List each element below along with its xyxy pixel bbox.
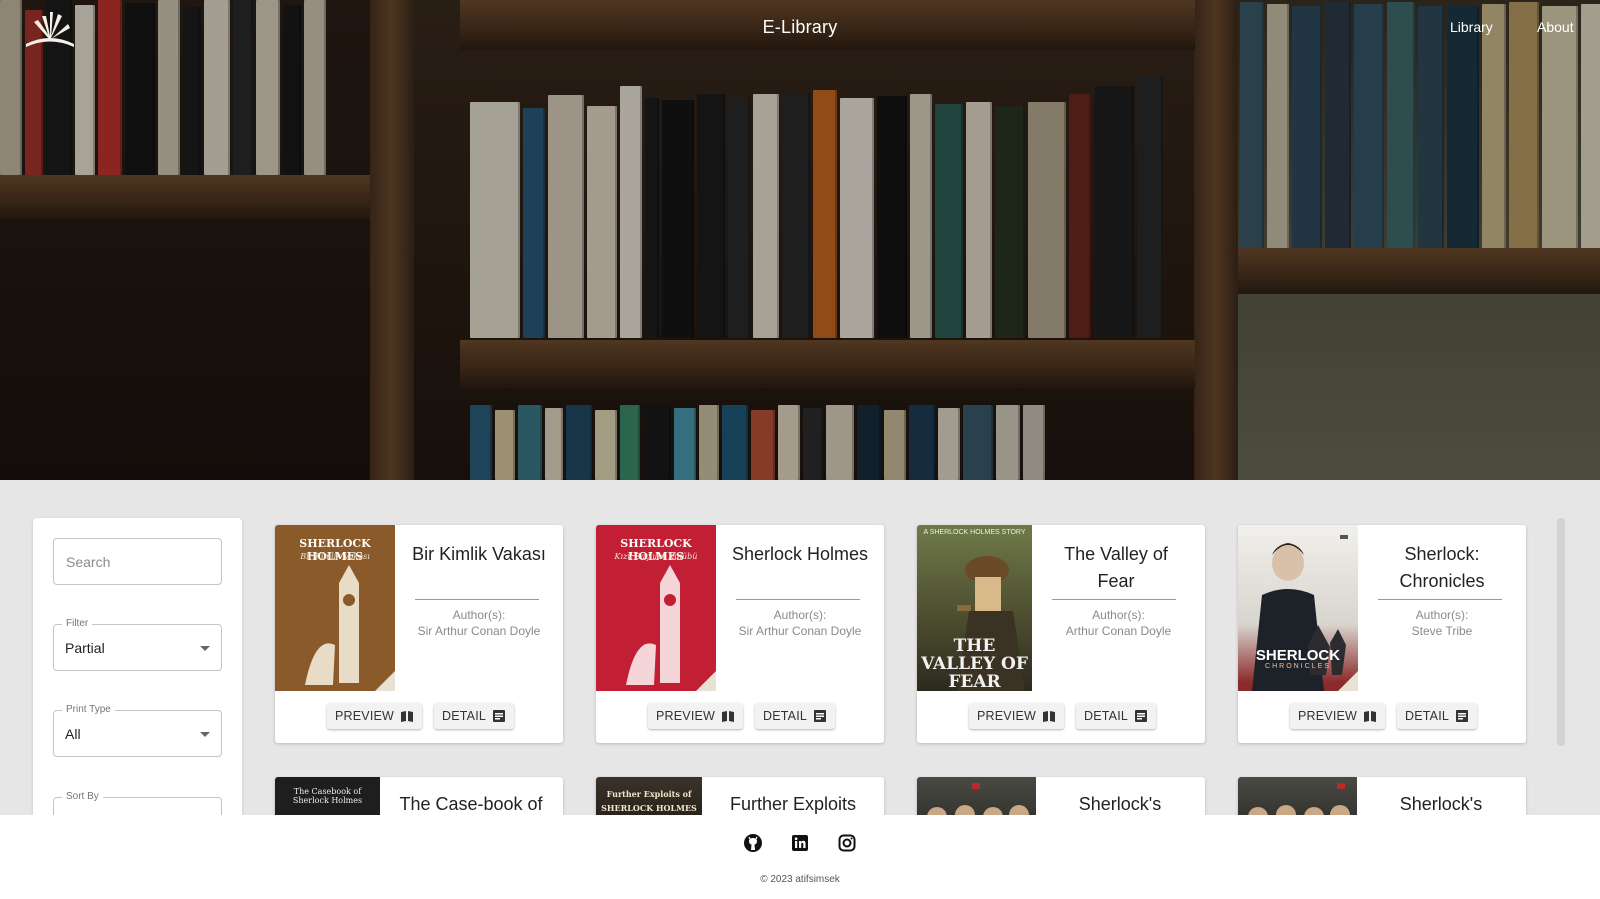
book-open-icon: [1043, 711, 1056, 722]
preview-label: PREVIEW: [977, 709, 1037, 723]
book-card: SHERLOCK HOLMES Kızıl Saçlılar Kulübü Sh…: [596, 525, 884, 743]
author-name: Arthur Conan Doyle: [1065, 624, 1172, 638]
book-info: Sherlock: Chronicles Author(s): Steve Tr…: [1358, 525, 1526, 691]
github-icon[interactable]: [743, 833, 763, 853]
book-info: Sherlock Holmes Author(s): Sir Arthur Co…: [716, 525, 884, 691]
book-title[interactable]: Sherlock's: [1042, 794, 1198, 814]
author-label: Author(s):: [773, 608, 827, 622]
preview-button[interactable]: PREVIEW: [1290, 703, 1386, 729]
nav-link-about[interactable]: About: [1537, 19, 1574, 35]
linkedin-icon[interactable]: [790, 833, 810, 853]
author-label: Author(s):: [1415, 608, 1469, 622]
preview-button[interactable]: PREVIEW: [969, 703, 1065, 729]
preview-label: PREVIEW: [656, 709, 716, 723]
title-divider: [1378, 599, 1502, 600]
detail-button[interactable]: DETAIL: [1076, 703, 1157, 729]
cover-title: Further Exploits of SHERLOCK HOLMES: [601, 789, 697, 813]
author-name: Sir Arthur Conan Doyle: [738, 624, 862, 638]
filter-label: Filter: [62, 618, 93, 629]
cover-title: THE VALLEY OF FEAR: [921, 636, 1028, 691]
book-card: A SHERLOCK HOLMES STORY THE VALLEY OF FE…: [917, 525, 1205, 743]
card-actions: PREVIEW DETAIL: [275, 691, 563, 743]
detail-label: DETAIL: [442, 709, 487, 723]
top-nav: E-Library Library About: [0, 0, 1600, 56]
filter-value: Partial: [65, 640, 105, 656]
detail-button[interactable]: DETAIL: [434, 703, 515, 729]
article-icon: [1135, 710, 1148, 722]
preview-label: PREVIEW: [1298, 709, 1358, 723]
author-name: Steve Tribe: [1411, 624, 1473, 638]
detail-button[interactable]: DETAIL: [1397, 703, 1478, 729]
print-type-label: Print Type: [62, 704, 115, 715]
scrollbar[interactable]: [1557, 518, 1565, 746]
book-open-icon: [722, 711, 735, 722]
detail-label: DETAIL: [763, 709, 808, 723]
cover-illustration: [305, 565, 395, 691]
preview-label: PREVIEW: [335, 709, 395, 723]
author-name: Sir Arthur Conan Doyle: [417, 624, 541, 638]
print-type-value: All: [65, 726, 81, 742]
search-field[interactable]: [53, 538, 222, 585]
author-label: Author(s):: [1092, 608, 1145, 622]
detail-label: DETAIL: [1084, 709, 1129, 723]
book-cover[interactable]: SHERLOCK HOLMES Bir Kimlik Vakası: [275, 525, 395, 691]
book-cover[interactable]: SHERLOCK CHRONICLES: [1238, 525, 1358, 691]
title-divider: [736, 599, 860, 600]
book-card: SHERLOCK CHRONICLES Sherlock: Chronicles…: [1238, 525, 1526, 743]
book-info: Bir Kimlik Vakası Author(s): Sir Arthur …: [395, 525, 563, 691]
book-title[interactable]: Sherlock Holmes: [728, 541, 872, 568]
hero-banner: [0, 0, 1600, 480]
filter-select[interactable]: Filter Partial: [53, 618, 222, 671]
card-actions: PREVIEW DETAIL: [596, 691, 884, 743]
dropdown-arrow-icon: [200, 646, 210, 651]
book-open-icon: [1364, 711, 1377, 722]
cover-title: SHERLOCK: [1255, 647, 1341, 664]
footer: © 2023 atifsimsek: [0, 815, 1600, 899]
article-icon: [493, 710, 506, 722]
book-title[interactable]: Sherlock: Chronicles: [1370, 541, 1514, 595]
book-cover[interactable]: SHERLOCK HOLMES Kızıl Saçlılar Kulübü: [596, 525, 716, 691]
detail-label: DETAIL: [1405, 709, 1450, 723]
cover-illustration: [626, 565, 716, 691]
book-cover[interactable]: A SHERLOCK HOLMES STORY THE VALLEY OF FE…: [917, 525, 1032, 691]
card-actions: PREVIEW DETAIL: [917, 691, 1205, 743]
cover-title: The Casebook of Sherlock Holmes: [292, 787, 363, 805]
book-title[interactable]: The Valley of Fear: [1044, 541, 1188, 595]
print-type-select[interactable]: Print Type All: [53, 704, 222, 757]
card-actions: PREVIEW DETAIL: [1238, 691, 1526, 743]
detail-button[interactable]: DETAIL: [755, 703, 836, 729]
article-icon: [1456, 710, 1469, 722]
book-card: SHERLOCK HOLMES Bir Kimlik Vakası Bir Ki…: [275, 525, 563, 743]
title-divider: [415, 599, 539, 600]
title-divider: [1052, 599, 1176, 600]
search-input[interactable]: [54, 539, 221, 584]
book-title[interactable]: Further Exploits: [708, 794, 878, 814]
nav-link-library[interactable]: Library: [1450, 19, 1493, 35]
book-title[interactable]: Bir Kimlik Vakası: [407, 541, 551, 568]
filter-sidebar: Filter Partial Print Type All Sort By: [33, 518, 242, 818]
copyright-text: © 2023 atifsimsek: [760, 874, 840, 885]
cover-subtitle: CHRONICLES: [1265, 663, 1331, 670]
brand-title[interactable]: E-Library: [0, 17, 1600, 38]
book-open-icon: [401, 711, 414, 722]
dropdown-arrow-icon: [200, 732, 210, 737]
book-title[interactable]: Sherlock's: [1363, 794, 1519, 814]
book-title[interactable]: The Case-book of: [386, 794, 556, 814]
book-info: The Valley of Fear Author(s): Arthur Con…: [1032, 525, 1205, 691]
preview-button[interactable]: PREVIEW: [327, 703, 423, 729]
sort-by-label: Sort By: [62, 791, 103, 802]
preview-button[interactable]: PREVIEW: [648, 703, 744, 729]
article-icon: [814, 710, 827, 722]
author-label: Author(s):: [452, 608, 506, 622]
instagram-icon[interactable]: [837, 833, 857, 853]
